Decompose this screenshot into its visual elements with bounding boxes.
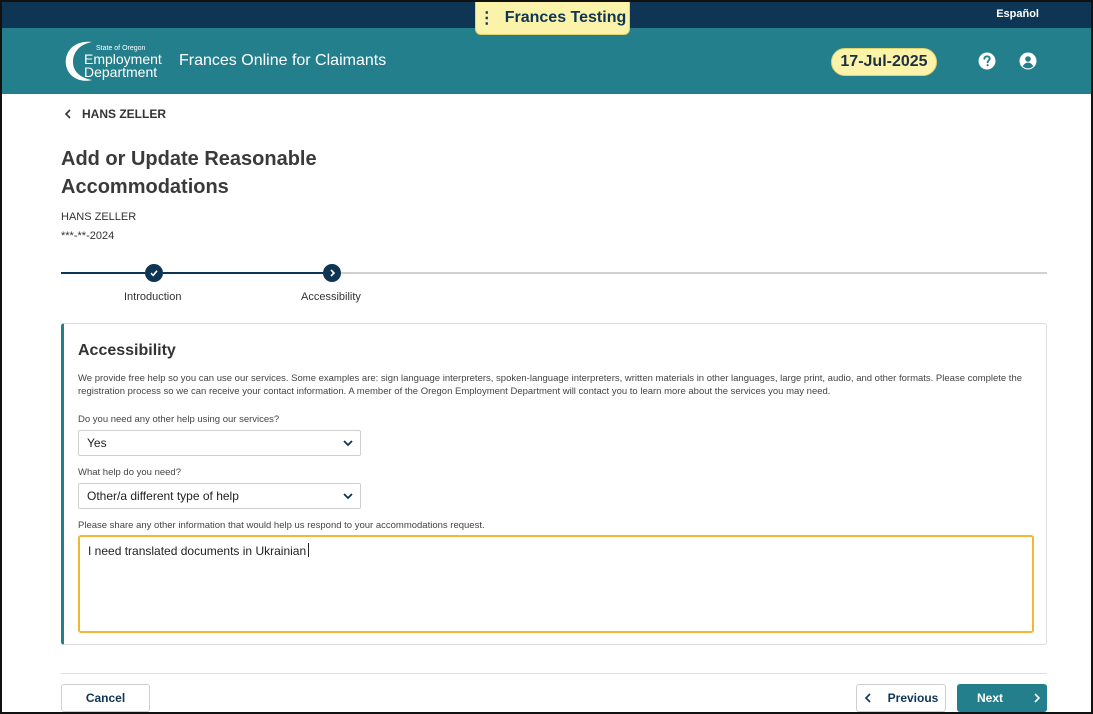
help-type-value: Other/a different type of help <box>87 489 239 503</box>
app-window: Español ⋮ Frances Testing State of Orego… <box>0 0 1093 714</box>
page-title: Add or Update Reasonable Accommodations <box>61 148 317 198</box>
chevron-left-icon <box>864 693 871 703</box>
next-button-label: Next <box>977 691 1004 705</box>
environment-label: Frances Testing <box>504 9 627 26</box>
environment-tab[interactable]: ⋮ Frances Testing <box>475 2 630 35</box>
back-link[interactable]: HANS ZELLER <box>64 107 166 121</box>
app-title: Frances Online for Claimants <box>179 52 387 69</box>
stepper-line-remaining <box>341 272 1047 274</box>
stepper-line-complete-2 <box>163 272 323 274</box>
claimant-ssn: ***-**-2024 <box>61 230 115 242</box>
help-type-select[interactable]: Other/a different type of help <box>78 483 361 509</box>
footer-divider <box>61 673 1047 674</box>
chevron-right-icon <box>330 269 336 277</box>
back-link-label: HANS ZELLER <box>82 107 166 121</box>
step-introduction-label: Introduction <box>124 291 182 303</box>
help-needed-value: Yes <box>87 436 107 450</box>
current-date-badge: 17-Jul-2025 <box>831 48 937 76</box>
claimant-name: HANS ZELLER <box>61 211 137 223</box>
chevron-left-icon <box>64 109 71 119</box>
step-accessibility-label: Accessibility <box>301 291 361 303</box>
kebab-menu-icon: ⋮ <box>478 10 495 27</box>
account-icon[interactable] <box>1019 52 1037 70</box>
employment-department-logo[interactable]: State of Oregon Employment Department <box>62 38 172 84</box>
step-introduction-dot[interactable] <box>145 264 163 282</box>
help-icon[interactable] <box>978 52 996 70</box>
progress-stepper: Introduction Accessibility <box>61 264 1047 304</box>
step-accessibility-dot[interactable] <box>323 264 341 282</box>
cancel-button[interactable]: Cancel <box>61 684 150 712</box>
accessibility-card: Accessibility We provide free help so yo… <box>61 323 1047 645</box>
chevron-down-icon <box>343 493 353 500</box>
chevron-down-icon <box>343 440 353 447</box>
stepper-line-complete <box>61 272 145 274</box>
accessibility-heading: Accessibility <box>78 342 176 359</box>
app-header: State of Oregon Employment Department Fr… <box>2 28 1091 94</box>
previous-button-label: Previous <box>887 691 939 705</box>
additional-info-value: I need translated documents in Ukrainian <box>88 544 307 558</box>
help-needed-label: Do you need any other help using our ser… <box>78 414 280 425</box>
check-icon <box>150 270 158 277</box>
logo-line-2: Department <box>84 64 158 80</box>
chevron-right-icon <box>1034 693 1041 703</box>
previous-button[interactable]: Previous <box>856 684 946 712</box>
help-type-label: What help do you need? <box>78 467 181 478</box>
accessibility-description: We provide free help so you can use our … <box>78 373 1023 397</box>
language-link[interactable]: Español <box>996 8 1039 20</box>
current-date: 17-Jul-2025 <box>840 53 928 70</box>
help-needed-select[interactable]: Yes <box>78 430 361 456</box>
text-cursor <box>308 543 310 557</box>
next-button[interactable]: Next <box>957 684 1047 712</box>
additional-info-label: Please share any other information that … <box>78 520 485 531</box>
cancel-button-label: Cancel <box>85 691 126 705</box>
additional-info-textarea[interactable]: I need translated documents in Ukrainian <box>78 535 1034 633</box>
